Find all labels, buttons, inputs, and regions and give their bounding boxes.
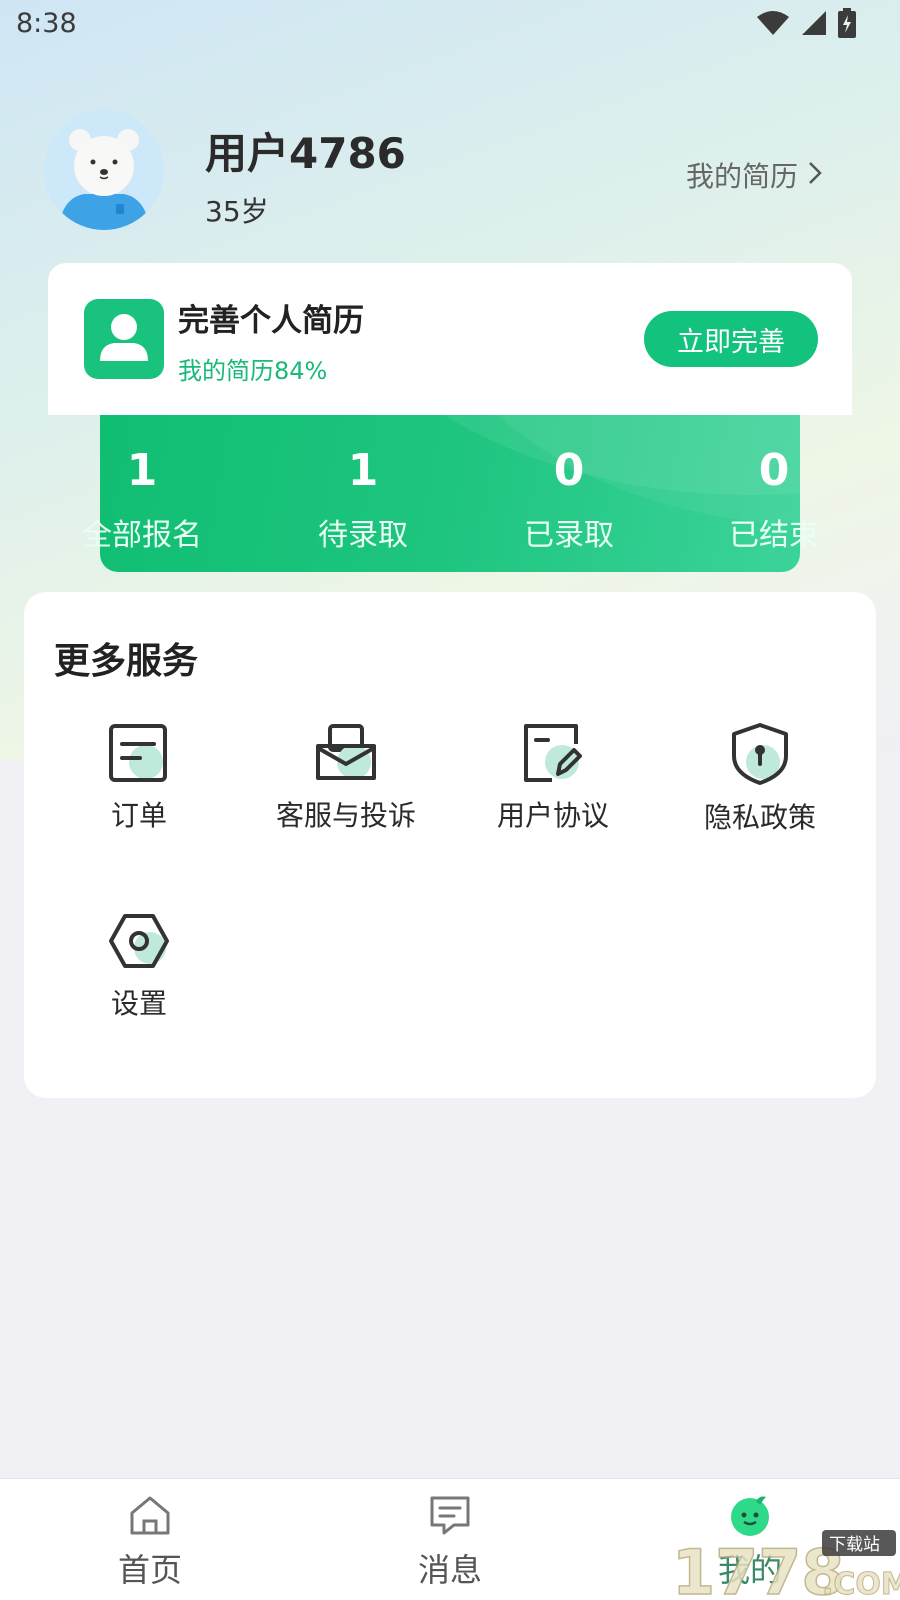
order-icon xyxy=(109,724,167,782)
stat-value: 1 xyxy=(126,445,158,496)
service-order[interactable]: 订单 xyxy=(39,722,239,862)
status-icons xyxy=(756,8,856,42)
signal-icon xyxy=(800,9,828,41)
resume-card: 完善个人简历 我的简历84% 立即完善 xyxy=(48,263,852,415)
battery-charging-icon xyxy=(838,8,856,42)
service-label: 客服与投诉 xyxy=(275,799,416,832)
svg-text:.COM: .COM xyxy=(822,1567,900,1600)
nav-home[interactable]: 首页 xyxy=(70,1493,230,1591)
shield-lock-icon xyxy=(732,723,788,785)
message-icon xyxy=(430,1496,470,1535)
bear-avatar-icon xyxy=(44,110,164,230)
more-services-card: 更多服务 订单 客服与投诉 用户协议 隐私政策 设置 xyxy=(24,592,876,1098)
service-settings[interactable]: 设置 xyxy=(39,910,239,1050)
status-time: 8:38 xyxy=(16,8,77,39)
user-name: 用户4786 xyxy=(205,129,406,178)
service-privacy-policy[interactable]: 隐私政策 xyxy=(660,722,860,862)
user-profile-icon xyxy=(84,299,164,379)
service-label: 设置 xyxy=(110,987,167,1020)
home-icon xyxy=(130,1496,170,1535)
my-resume-link[interactable]: 我的简历 xyxy=(686,155,822,195)
resume-card-title: 完善个人简历 xyxy=(178,303,364,339)
nav-label: 首页 xyxy=(117,1551,182,1589)
settings-hex-icon xyxy=(109,914,169,968)
watermark-logo: 1778 下载站 .COM xyxy=(671,1528,900,1600)
nav-messages[interactable]: 消息 xyxy=(370,1493,530,1591)
stat-value: 0 xyxy=(758,445,790,496)
stat-value: 1 xyxy=(347,445,379,496)
user-age: 35岁 xyxy=(205,195,269,228)
stat-label: 全部报名 xyxy=(82,518,202,553)
service-label: 用户协议 xyxy=(496,799,609,832)
status-bar: 8:38 xyxy=(0,0,900,48)
complete-resume-button[interactable]: 立即完善 xyxy=(644,311,818,367)
resume-progress: 我的简历84% xyxy=(178,357,328,385)
agreement-edit-icon xyxy=(524,724,582,782)
stat-label: 待录取 xyxy=(318,518,408,553)
svg-text:1778: 1778 xyxy=(672,1536,845,1600)
service-label: 隐私政策 xyxy=(703,801,816,834)
chevron-right-icon xyxy=(808,159,822,192)
service-user-agreement[interactable]: 用户协议 xyxy=(453,722,653,862)
stat-value: 0 xyxy=(553,445,585,496)
my-resume-link-label: 我的简历 xyxy=(685,160,798,193)
services-title: 更多服务 xyxy=(54,641,199,682)
stat-label: 已录取 xyxy=(524,518,614,553)
wifi-icon xyxy=(756,9,790,41)
mailbox-icon xyxy=(316,724,376,780)
service-customer-support[interactable]: 客服与投诉 xyxy=(246,722,446,862)
svg-text:下载站: 下载站 xyxy=(829,1535,880,1555)
avatar[interactable] xyxy=(44,110,164,230)
stat-label: 已结束 xyxy=(729,518,819,553)
nav-label: 消息 xyxy=(417,1551,482,1589)
screen: 8:38 用户4786 35岁 我的简历 完善个人简历 我的简历84% 立即完善… xyxy=(0,0,900,1600)
service-label: 订单 xyxy=(110,799,167,832)
